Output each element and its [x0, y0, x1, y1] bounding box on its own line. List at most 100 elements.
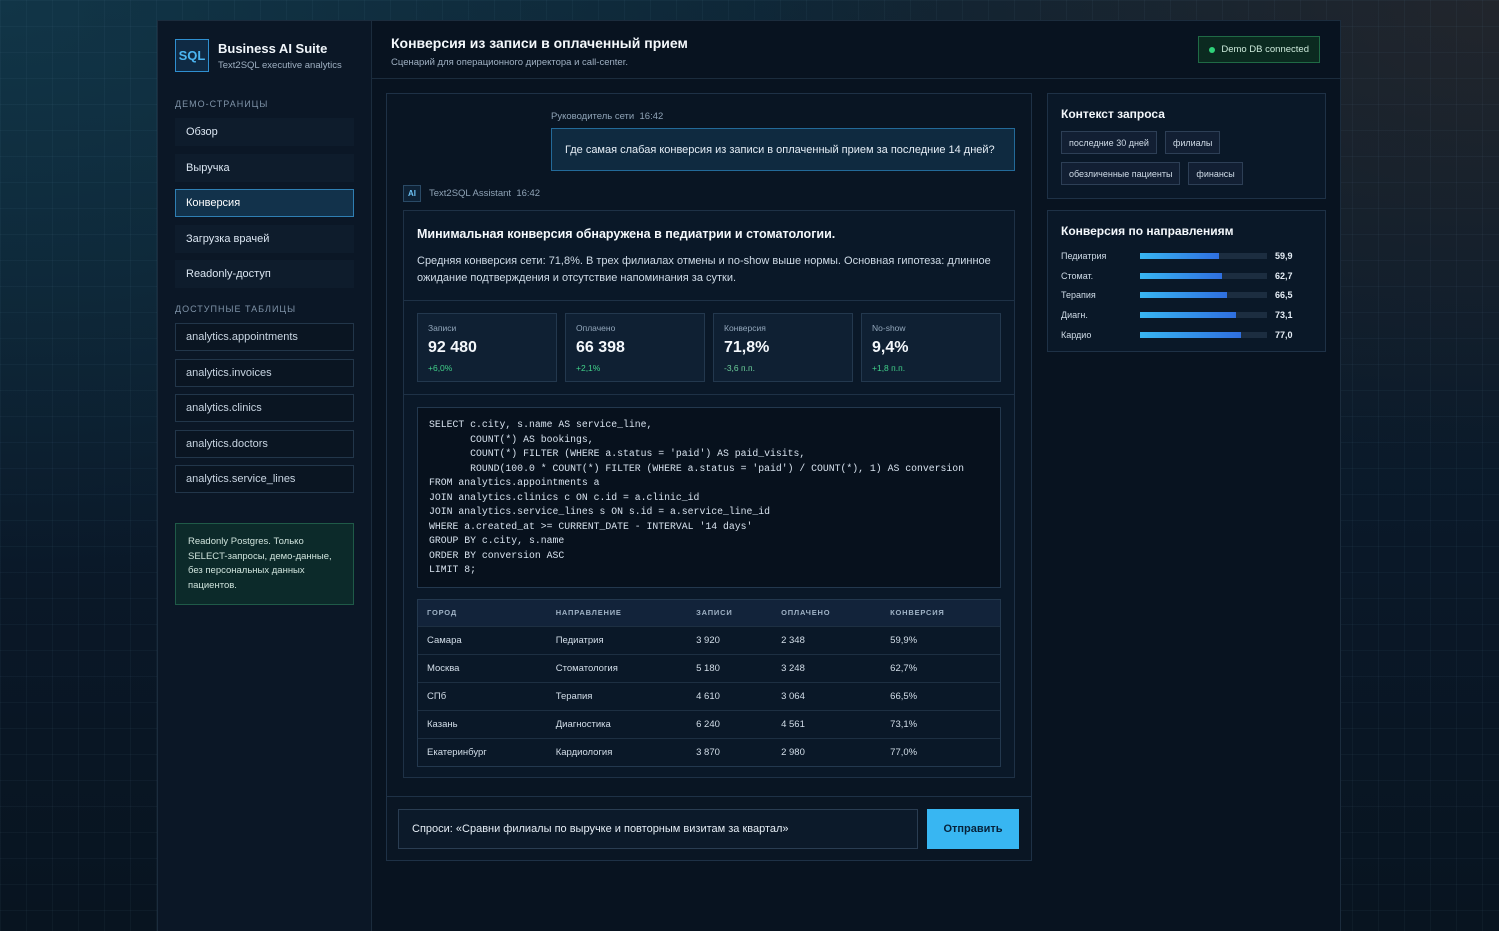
- context-chip[interactable]: последние 30 дней: [1061, 131, 1157, 154]
- brand-subtitle: Text2SQL executive analytics: [218, 59, 342, 71]
- table-cell: 77,0%: [881, 737, 1000, 766]
- conversion-bar-value: 59,9: [1275, 250, 1293, 261]
- kpi-value: 71,8%: [724, 339, 770, 356]
- table-cell: 3 920: [687, 625, 773, 654]
- conversion-bar-value: 66,5: [1275, 290, 1293, 301]
- table-row: Москва Стоматология 5 180 3 248 62,7%: [418, 653, 1000, 682]
- table-cell: 73,1%: [881, 709, 1000, 738]
- page-subtitle: Сценарий для операционного директора и c…: [391, 57, 628, 68]
- kpi-card: Записи 92 480 +6,0%: [417, 313, 557, 382]
- answer-text: Средняя конверсия сети: 71,8%. В трех фи…: [417, 255, 991, 284]
- kpi-value: 92 480: [428, 339, 477, 356]
- conversion-bar-label: Стомат.: [1061, 270, 1094, 281]
- sidebar-item-page[interactable]: Загрузка врачей: [175, 224, 354, 253]
- table-cell: 66,5%: [881, 681, 1000, 710]
- sidebar-item-table[interactable]: analytics.appointments: [175, 323, 354, 351]
- table-cell: Москва: [418, 653, 547, 682]
- sql-code-block[interactable]: SELECT c.city, s.name AS service_line, C…: [417, 407, 1001, 588]
- user-message-meta: Руководитель сети 16:42: [551, 111, 663, 122]
- tables-list: analytics.appointments analytics.invoices…: [175, 323, 354, 493]
- sidebar-item-table[interactable]: analytics.doctors: [175, 429, 354, 458]
- table-cell: 3 248: [772, 653, 882, 682]
- table-cell: Терапия: [546, 681, 688, 710]
- db-status-badge: Demo DB connected: [1198, 36, 1320, 63]
- context-panel: Контекст запроса последние 30 дней филиал…: [1047, 93, 1326, 199]
- app-window: SQL Business AI Suite Text2SQL executive…: [157, 20, 1341, 931]
- ai-time: 16:42: [516, 188, 541, 199]
- table-header-cell: КОНВЕРСИЯ: [881, 600, 1000, 626]
- context-chip[interactable]: финансы: [1188, 162, 1243, 185]
- table-cell: 59,9%: [881, 625, 1000, 654]
- brand-title: Business AI Suite: [218, 40, 328, 56]
- db-status-text: Demo DB connected: [1221, 44, 1309, 55]
- pages-section-label: ДЕМО-СТРАНИЦЫ: [175, 99, 269, 109]
- table-cell: 3 064: [772, 681, 882, 710]
- question-input[interactable]: Спроси: «Сравни филиалы по выручке и пов…: [398, 809, 918, 849]
- kpi-label: Конверсия: [724, 323, 766, 333]
- table-row: Екатеринбург Кардиология 3 870 2 980 77,0%: [418, 737, 1000, 766]
- sql-logo-icon: SQL: [175, 39, 209, 72]
- table-body: Самара Педиатрия 3 920 2 348 59,9% Москва Стом…: [418, 625, 1000, 766]
- conversion-bar-label: Кардио: [1061, 330, 1092, 341]
- answer-title: Минимальная конверсия обнаружена в педиа…: [417, 227, 836, 241]
- user-time: 16:42: [639, 111, 664, 122]
- table-row: Казань Диагностика 6 240 4 561 73,1%: [418, 709, 1000, 738]
- table-cell: Екатеринбург: [418, 737, 547, 766]
- context-chips: последние 30 дней филиалы обезличенные пац…: [1061, 131, 1312, 185]
- table-header-cell: НАПРАВЛЕНИЕ: [546, 600, 688, 626]
- conversion-title: Конверсия по направлениям: [1061, 224, 1234, 238]
- conversion-bar-track: [1140, 272, 1267, 279]
- context-chip[interactable]: филиалы: [1164, 131, 1221, 154]
- table-header-cell: ЗАПИСИ: [687, 600, 773, 626]
- kpi-value: 66 398: [576, 339, 625, 356]
- conversion-bar-track: [1140, 252, 1267, 259]
- table-cell: 2 980: [772, 737, 882, 766]
- kpi-delta: +1,8 п.п.: [872, 363, 906, 373]
- input-row: Спроси: «Сравни филиалы по выручке и пов…: [387, 796, 1031, 860]
- table-cell: 62,7%: [881, 653, 1000, 682]
- table-row: СПб Терапия 4 610 3 064 66,5%: [418, 681, 1000, 710]
- page-title: Конверсия из записи в оплаченный прием: [391, 35, 688, 51]
- table-cell: СПб: [418, 681, 547, 710]
- sidebar-item-page[interactable]: Конверсия: [175, 189, 354, 217]
- brand: SQL Business AI Suite Text2SQL executive…: [175, 39, 354, 72]
- ai-author: Text2SQL Assistant: [429, 188, 512, 199]
- table-cell: 4 561: [772, 709, 882, 738]
- context-chip[interactable]: обезличенные пациенты: [1061, 162, 1181, 185]
- result-table: ГОРОД НАПРАВЛЕНИЕ ЗАПИСИ ОПЛАЧЕНО КОНВЕРСИЯ …: [417, 599, 1001, 767]
- sidebar-item-page[interactable]: Выручка: [175, 153, 354, 182]
- table-cell: Диагностика: [546, 709, 688, 738]
- conversion-bar-fill: [1140, 272, 1223, 279]
- readonly-note: Readonly Postgres. Только SELECT-запросы…: [175, 523, 354, 605]
- status-dot-icon: [1209, 46, 1216, 53]
- conversion-bar-label: Терапия: [1061, 290, 1096, 301]
- kpi-label: Оплачено: [576, 323, 616, 333]
- nav-list: Обзор Выручка Конверсия Загрузка врачей Read…: [175, 118, 354, 288]
- conversion-bar-label: Диагн.: [1061, 310, 1088, 321]
- table-cell: 2 348: [772, 625, 882, 654]
- kpi-delta: +6,0%: [428, 363, 453, 373]
- kpi-value: 9,4%: [872, 339, 909, 356]
- conversion-bar-fill: [1140, 312, 1237, 319]
- sidebar-item-page[interactable]: Обзор: [175, 118, 354, 146]
- context-title: Контекст запроса: [1061, 107, 1165, 121]
- conversion-bar-row: Стомат. 62,7: [1061, 266, 1312, 286]
- sidebar-item-table[interactable]: analytics.service_lines: [175, 465, 354, 493]
- sidebar: SQL Business AI Suite Text2SQL executive…: [158, 21, 372, 931]
- table-row: Самара Педиатрия 3 920 2 348 59,9%: [418, 625, 1000, 654]
- conversion-bar-value: 62,7: [1275, 270, 1293, 281]
- conversion-bar-value: 73,1: [1275, 310, 1293, 321]
- kpi-row: Записи 92 480 +6,0% Оплачено 66 398 +2,1% Конв…: [404, 301, 1014, 395]
- conversion-bar-track: [1140, 292, 1267, 299]
- user-message-bubble: Где самая слабая конверсия из записи в о…: [551, 128, 1015, 171]
- sidebar-item-table[interactable]: analytics.invoices: [175, 358, 354, 387]
- answer-summary: Минимальная конверсия обнаружена в педиа…: [404, 211, 1014, 301]
- send-button[interactable]: Отправить: [927, 809, 1019, 849]
- kpi-card: Оплачено 66 398 +2,1%: [565, 313, 705, 382]
- kpi-card: No-show 9,4% +1,8 п.п.: [861, 313, 1001, 382]
- conversion-bar-track: [1140, 312, 1267, 319]
- sidebar-item-page[interactable]: Readonly-доступ: [175, 260, 354, 288]
- table-cell: Педиатрия: [546, 625, 688, 654]
- table-cell: Стоматология: [546, 653, 688, 682]
- sidebar-item-table[interactable]: analytics.clinics: [175, 394, 354, 422]
